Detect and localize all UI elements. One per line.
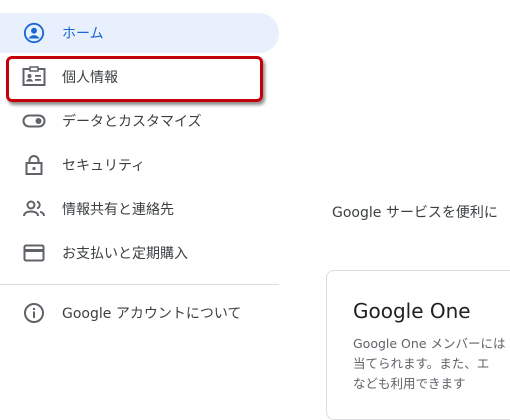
card-desc-line: Google One メンバーには — [353, 336, 506, 351]
id-card-icon — [22, 65, 46, 89]
credit-card-icon — [22, 241, 46, 265]
sidebar-item-personal-info[interactable]: 個人情報 — [0, 57, 279, 97]
google-one-card[interactable]: Google One Google One メンバーには 当てられます。また、エ… — [326, 270, 510, 420]
card-title: Google One — [353, 299, 471, 323]
intro-text: Google サービスを便利に — [332, 205, 498, 221]
info-icon — [22, 301, 46, 325]
sidebar-item-home[interactable]: ホーム — [0, 13, 279, 53]
sidebar-item-label: 個人情報 — [62, 70, 118, 86]
sidebar-divider — [0, 284, 279, 285]
card-description: Google One メンバーには 当てられます。また、エ なども利用できます — [353, 334, 510, 394]
sidebar-item-payments[interactable]: お支払いと定期購入 — [0, 233, 279, 273]
sidebar-item-data-customization[interactable]: データとカスタマイズ — [0, 101, 279, 141]
sidebar-item-label: データとカスタマイズ — [62, 114, 202, 130]
card-desc-line: 当てられます。また、エ — [353, 356, 490, 371]
account-circle-icon — [22, 21, 46, 45]
sidebar-nav: ホーム 個人情報 データとカスタマイズ セキュリティ 情報共有と連絡先 お支払い… — [0, 0, 279, 411]
toggle-icon — [22, 109, 46, 133]
sidebar-item-security[interactable]: セキュリティ — [0, 145, 279, 185]
people-icon — [22, 197, 46, 221]
sidebar-item-label: 情報共有と連絡先 — [62, 202, 174, 218]
sidebar-item-label: セキュリティ — [62, 158, 146, 174]
sidebar-item-about[interactable]: Google アカウントについて — [0, 293, 279, 333]
lock-icon — [22, 153, 46, 177]
sidebar-item-label: お支払いと定期購入 — [62, 246, 188, 262]
sidebar-item-label: ホーム — [62, 26, 104, 42]
sidebar-item-sharing[interactable]: 情報共有と連絡先 — [0, 189, 279, 229]
card-desc-line: なども利用できます — [353, 376, 466, 391]
sidebar-item-label: Google アカウントについて — [62, 306, 242, 322]
